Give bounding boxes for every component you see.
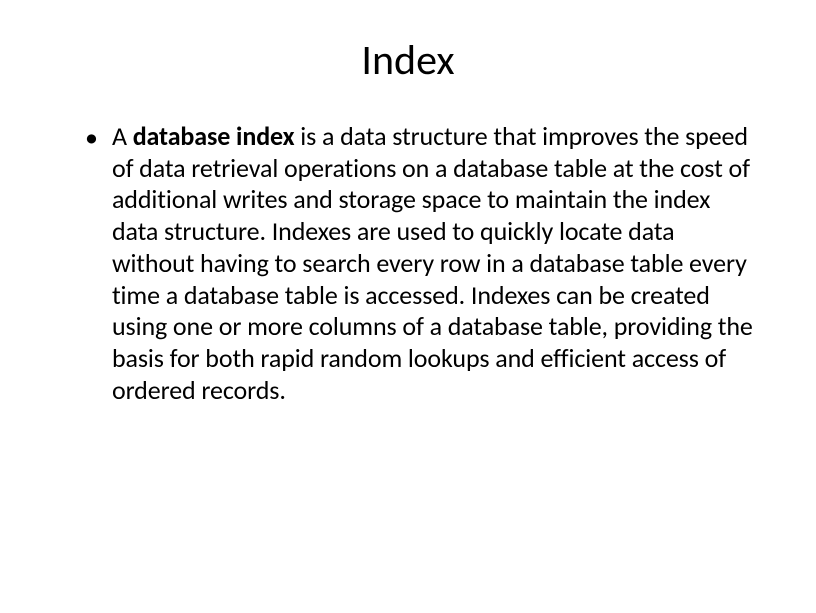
text-prefix: A [112, 120, 133, 152]
bullet-text: A database index is a data structure tha… [112, 121, 761, 406]
slide-content: • A database index is a data structure t… [55, 121, 761, 406]
slide-title: Index [55, 35, 761, 86]
bullet-item: • A database index is a data structure t… [85, 121, 761, 406]
bullet-marker: • [85, 121, 98, 154]
bold-term: database index [133, 120, 295, 152]
text-rest: is a data structure that improves the sp… [112, 120, 753, 406]
